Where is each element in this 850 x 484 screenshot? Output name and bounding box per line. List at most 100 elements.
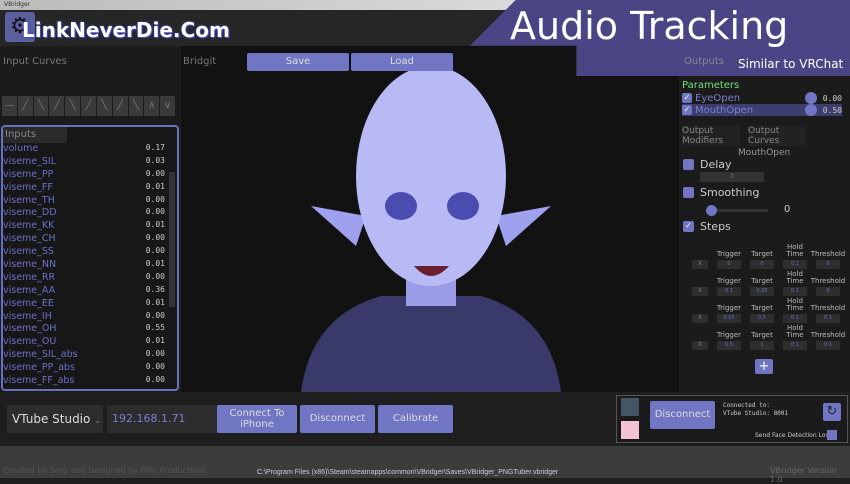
input-curves-label: Input Curves bbox=[3, 56, 67, 67]
input-row[interactable]: viseme_PP 0.00 bbox=[3, 169, 177, 182]
step-input[interactable]: 0.5 bbox=[750, 314, 774, 323]
step-input[interactable]: 0.1 bbox=[717, 287, 741, 296]
tab-output-curves[interactable]: Output Curves bbox=[748, 126, 806, 146]
curve-linear-icon[interactable]: — bbox=[2, 96, 17, 116]
step-input[interactable]: 0.1 bbox=[816, 341, 840, 350]
send-face-checkbox[interactable] bbox=[827, 430, 837, 440]
curve-icon[interactable]: ╲ bbox=[96, 96, 112, 116]
input-value: 0.00 bbox=[145, 233, 165, 243]
input-row[interactable]: viseme_SIL_abs 0.00 bbox=[3, 349, 177, 362]
input-row[interactable]: viseme_NN 0.01 bbox=[3, 259, 177, 272]
input-row[interactable]: viseme_EE 0.01 bbox=[3, 298, 177, 311]
curve-icon[interactable]: ╲ bbox=[65, 96, 81, 116]
input-row[interactable]: viseme_OU 0.01 bbox=[3, 336, 177, 349]
scrollbar[interactable] bbox=[169, 172, 175, 307]
input-row[interactable]: viseme_TH 0.00 bbox=[3, 195, 177, 208]
steps-option[interactable]: ✓ Steps bbox=[683, 220, 731, 233]
input-row[interactable]: viseme_SIL 0.03 bbox=[3, 156, 177, 169]
save-button[interactable]: Save bbox=[247, 53, 349, 71]
step-field: Target 0 bbox=[745, 246, 779, 269]
step-input[interactable]: 0 bbox=[816, 260, 840, 269]
input-row[interactable]: viseme_FF_abs 0.00 bbox=[3, 375, 177, 388]
step-input[interactable]: 0.1 bbox=[816, 314, 840, 323]
remove-step-button[interactable]: X bbox=[692, 260, 708, 269]
remove-step-button[interactable]: X bbox=[692, 314, 708, 323]
vtube-studio-icon bbox=[621, 398, 639, 416]
curve-icon[interactable]: ╲ bbox=[128, 96, 144, 116]
step-header: Target bbox=[751, 304, 773, 312]
ip-input[interactable]: 192.168.1.71 bbox=[107, 405, 217, 433]
status-line: Connected to: bbox=[723, 402, 770, 409]
curve-icon[interactable]: ∨ bbox=[160, 96, 175, 116]
smoothing-option[interactable]: Smoothing bbox=[683, 186, 759, 199]
delay-input[interactable]: 0 bbox=[700, 172, 764, 182]
input-row[interactable]: viseme_KK 0.01 bbox=[3, 220, 177, 233]
steps-checkbox[interactable]: ✓ bbox=[683, 221, 694, 232]
link-icon[interactable] bbox=[804, 92, 817, 104]
step-input[interactable]: 0.1 bbox=[783, 341, 807, 350]
step-input[interactable]: 0.05 bbox=[750, 287, 774, 296]
steps-label: Steps bbox=[700, 220, 731, 233]
add-step-button[interactable]: + bbox=[755, 359, 773, 374]
step-input[interactable]: 0.05 bbox=[717, 314, 741, 323]
step-input[interactable]: 0.1 bbox=[783, 260, 807, 269]
curve-icon[interactable]: ╱ bbox=[17, 96, 33, 116]
input-row[interactable]: viseme_SS 0.00 bbox=[3, 246, 177, 259]
connect-iphone-button[interactable]: Connect To iPhone bbox=[217, 405, 297, 433]
slider-knob[interactable] bbox=[706, 205, 717, 216]
delay-checkbox[interactable] bbox=[683, 159, 694, 170]
source-dropdown[interactable]: VTube Studio ⌄ bbox=[7, 405, 103, 433]
source-value: VTube Studio bbox=[12, 412, 91, 426]
app-icon bbox=[621, 421, 639, 439]
remove-step-button[interactable]: X bbox=[692, 287, 708, 296]
input-row[interactable]: viseme_OH 0.55 bbox=[3, 323, 177, 336]
curve-icon[interactable]: ╱ bbox=[49, 96, 65, 116]
refresh-icon[interactable]: ↻ bbox=[823, 403, 841, 421]
input-value: 0.01 bbox=[145, 181, 165, 191]
step-input[interactable]: 0 bbox=[750, 260, 774, 269]
parameter-row-selected[interactable]: ✓ MouthOpen 0.50 bbox=[682, 104, 842, 116]
input-name: viseme_DD bbox=[3, 207, 57, 219]
curve-icon[interactable]: ╱ bbox=[81, 96, 96, 116]
step-field: Target 1 bbox=[745, 327, 779, 350]
delay-option[interactable]: Delay bbox=[683, 158, 732, 171]
step-input[interactable]: 0 bbox=[816, 287, 840, 296]
input-row[interactable]: viseme_CH 0.00 bbox=[3, 233, 177, 246]
input-name: viseme_SS bbox=[3, 246, 54, 258]
input-row[interactable]: volume 0.17 bbox=[3, 143, 177, 156]
disconnect-button[interactable]: Disconnect bbox=[300, 405, 375, 433]
curve-icon[interactable]: ∧ bbox=[144, 96, 160, 116]
preview-area bbox=[181, 46, 679, 392]
outputs-label: Outputs bbox=[684, 56, 724, 67]
curve-icon[interactable]: ╱ bbox=[112, 96, 128, 116]
input-name: viseme_EE bbox=[3, 297, 54, 309]
curve-icon[interactable]: ╲ bbox=[33, 96, 49, 116]
step-input[interactable]: 0.5 bbox=[717, 341, 741, 350]
load-button[interactable]: Load bbox=[351, 53, 453, 71]
remove-step-button[interactable]: X bbox=[692, 341, 708, 350]
input-row[interactable]: viseme_PP_abs 0.00 bbox=[3, 362, 177, 375]
checkbox[interactable]: ✓ bbox=[682, 93, 692, 103]
smoothing-checkbox[interactable] bbox=[683, 187, 694, 198]
input-row[interactable]: viseme_RR 0.00 bbox=[3, 272, 177, 285]
step-input[interactable]: 1 bbox=[750, 341, 774, 350]
calibrate-button[interactable]: Calibrate bbox=[378, 405, 453, 433]
vts-disconnect-button[interactable]: Disconnect bbox=[650, 401, 715, 429]
input-row[interactable]: viseme_FF 0.01 bbox=[3, 182, 177, 195]
input-name: viseme_TH bbox=[3, 194, 55, 206]
input-row[interactable]: viseme_AA 0.36 bbox=[3, 285, 177, 298]
step-input[interactable]: 0 bbox=[717, 260, 741, 269]
step-header: Trigger bbox=[716, 250, 742, 258]
step-input[interactable]: 0.1 bbox=[783, 287, 807, 296]
input-value: 0.17 bbox=[145, 143, 165, 152]
checkbox[interactable]: ✓ bbox=[682, 105, 692, 115]
step-input[interactable]: 0.1 bbox=[783, 314, 807, 323]
send-face-label: Send Face Detection Loss bbox=[755, 432, 832, 439]
step-field: Threshold 0 bbox=[811, 273, 845, 296]
input-row[interactable]: viseme_DD 0.00 bbox=[3, 207, 177, 220]
tab-output-modifiers[interactable]: Output Modifiers bbox=[682, 126, 740, 146]
link-icon[interactable] bbox=[804, 104, 817, 116]
input-row[interactable]: viseme_IH 0.00 bbox=[3, 311, 177, 324]
input-value: 0.00 bbox=[145, 246, 165, 256]
parameter-row[interactable]: ✓ EyeOpen 0.00 bbox=[682, 92, 842, 104]
